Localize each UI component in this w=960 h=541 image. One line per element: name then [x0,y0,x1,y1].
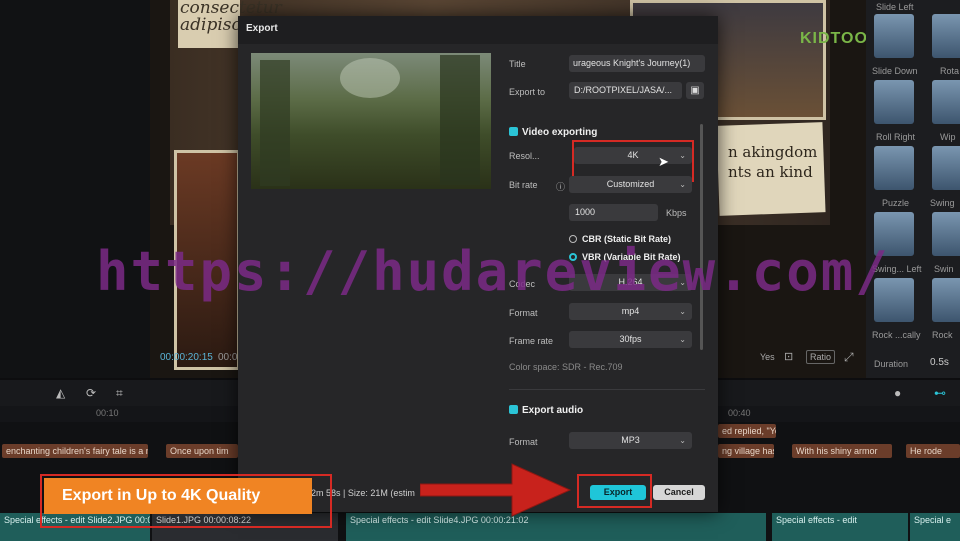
transition-thumb[interactable] [932,146,960,190]
export-path-input[interactable]: D:/ROOTPIXEL/JASA/... [569,82,682,99]
chevron-down-icon: ⌄ [679,307,686,316]
transition-label: Swing [930,198,955,208]
ratio-button[interactable]: Ratio [806,350,836,364]
caption-clip[interactable]: enchanting children's fairy tale is a n [2,444,148,458]
transition-thumb[interactable] [932,278,960,322]
transition-thumb[interactable] [874,146,914,190]
bitrate-label: Bit rate [509,180,538,190]
transition-label: Swin [934,264,954,274]
export-to-label: Export to [509,87,546,97]
audio-format-label: Format [509,437,538,447]
transition-label: Rock [932,330,953,340]
section-divider [509,389,705,390]
audio-format-value: MP3 [621,435,640,445]
audio-section-title[interactable]: Export audio [509,405,583,416]
cancel-button[interactable]: Cancel [653,485,705,500]
chevron-down-icon: ⌄ [679,436,686,445]
current-time: 00:00:20:15 [160,352,213,363]
ruler-tick: 00:40 [728,408,751,418]
thumbnail-tree [440,55,480,185]
video-clip[interactable]: Special effects - edit [772,513,908,541]
chevron-down-icon: ⌄ [679,180,686,189]
video-clip[interactable]: Special e [910,513,960,541]
export-dialog-header [238,16,718,44]
export-highlight [577,474,652,508]
link-icon[interactable]: ⊷ [934,386,946,400]
info-icon[interactable]: ⓘ [556,180,565,193]
format-label: Format [509,308,538,318]
caption-clip[interactable]: Once upon tim [166,444,238,458]
audio-checkbox[interactable] [509,405,518,414]
ruler-tick: 00:10 [96,408,119,418]
fullscreen-icon[interactable]: ⤢ [844,350,854,365]
story-note-text: n akingdom nts an kind [728,143,818,181]
framerate-label: Frame rate [509,336,554,346]
watermark-text: https://hudareview.com/ [96,240,890,303]
transition-thumb[interactable] [932,80,960,124]
resolution-label: Resol... [509,151,540,161]
format-value: mp4 [621,306,640,316]
dialog-title: Export [246,23,278,34]
bitrate-unit: Kbps [666,208,687,218]
transition-thumb[interactable] [874,80,914,124]
thumbnail-light [340,58,400,98]
caption-clip[interactable]: ng village has [718,444,774,458]
preview-yes-label: Yes [760,352,775,362]
video-section-label: Video exporting [522,127,598,138]
color-space-text: Color space: SDR - Rec.709 [509,362,623,372]
transition-label: Puzzle [882,198,910,208]
bitrate-number-input[interactable]: 1000 [569,204,658,221]
transition-label: Roll Right [876,132,916,142]
chevron-down-icon: ⌄ [679,335,686,344]
audio-section-label: Export audio [522,405,584,416]
folder-icon[interactable]: ▣ [686,82,704,99]
dialog-scrollbar[interactable] [700,124,703,350]
mirror-icon[interactable]: ◭ [56,386,65,400]
transition-thumb[interactable] [932,14,960,58]
transition-thumb[interactable] [932,212,960,256]
video-section-title[interactable]: Video exporting [509,127,597,138]
caption-clip[interactable]: With his shiny armor [792,444,892,458]
framerate-select[interactable]: 30fps ⌄ [569,331,692,348]
thumbnail-tree [260,60,290,186]
title-label: Title [509,59,526,69]
transition-label: Wip [940,132,956,142]
transition-thumb[interactable] [874,14,914,58]
video-checkbox[interactable] [509,127,518,136]
promo-banner: Export in Up to 4K Quality [44,478,312,514]
microphone-icon[interactable]: ● [894,386,901,400]
duration-label: Duration [874,359,909,369]
duration-value[interactable]: 0.5s [930,357,949,368]
mouse-cursor-icon: ➤ [658,154,669,169]
transition-label: Slide Down [872,66,918,76]
transition-label: Rock ...cally [872,330,921,340]
framerate-value: 30fps [619,334,642,344]
rotate-icon[interactable]: ⟳ [86,386,96,400]
caption-clip[interactable]: ed replied, "Yes [718,424,776,438]
title-input[interactable]: urageous Knight's Journey(1) [569,55,705,72]
format-select[interactable]: mp4 ⌄ [569,303,692,320]
crop-icon[interactable]: ⌗ [116,386,123,401]
transition-label: Slide Left [876,2,914,12]
arrow-icon [420,463,572,517]
transition-label: Rota [940,66,960,76]
bitrate-select[interactable]: Customized ⌄ [569,176,692,193]
bitrate-value: Customized [606,179,655,189]
caption-clip[interactable]: He rode [906,444,960,458]
audio-format-select[interactable]: MP3 ⌄ [569,432,692,449]
focus-icon[interactable]: ⊡ [784,350,793,363]
